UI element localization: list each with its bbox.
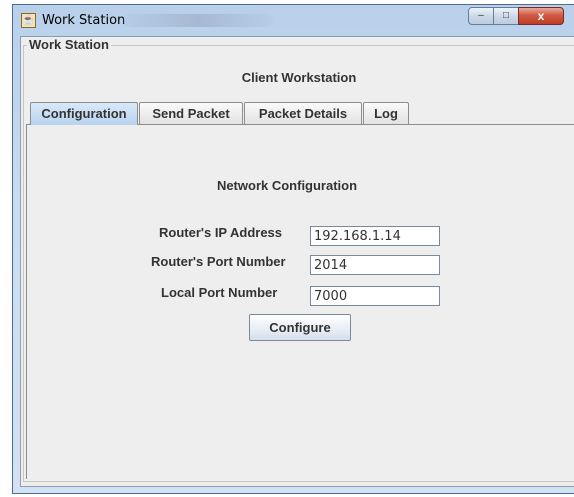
minimize-button[interactable]: – <box>468 7 494 25</box>
router-port-input[interactable] <box>310 255 440 275</box>
panel-title: Client Workstation <box>241 70 357 85</box>
close-button[interactable]: x <box>518 7 564 25</box>
maximize-button[interactable]: □ <box>493 7 519 25</box>
configuration-tab-panel: Network Configuration Router's IP Addres… <box>26 124 574 479</box>
app-window: ☕ Work Station – □ x Work Station Client… <box>12 4 574 494</box>
window-title: Work Station <box>42 13 126 28</box>
work-station-group: Work Station Client Workstation Configur… <box>23 37 574 482</box>
title-bar[interactable]: ☕ Work Station – □ x <box>13 5 574 35</box>
local-port-input[interactable] <box>310 286 440 306</box>
router-ip-input[interactable] <box>310 226 440 246</box>
local-port-label: Local Port Number <box>161 285 278 300</box>
window-client-area: Work Station Client Workstation Configur… <box>20 36 574 487</box>
tab-send-packet[interactable]: Send Packet <box>139 102 243 124</box>
window-controls: – □ x <box>468 7 564 27</box>
tab-packet-details[interactable]: Packet Details <box>244 102 362 124</box>
title-bar-glare <box>123 14 273 27</box>
network-configuration-heading: Network Configuration <box>216 178 358 193</box>
group-title: Work Station <box>27 37 111 52</box>
configure-button[interactable]: Configure <box>249 314 351 341</box>
tab-configuration[interactable]: Configuration <box>30 102 138 125</box>
router-port-label: Router's Port Number <box>151 254 286 269</box>
tab-bar: Configuration Send Packet Packet Details… <box>26 102 574 125</box>
router-ip-label: Router's IP Address <box>159 225 283 240</box>
tab-log[interactable]: Log <box>363 102 409 124</box>
java-app-icon: ☕ <box>21 13 36 28</box>
